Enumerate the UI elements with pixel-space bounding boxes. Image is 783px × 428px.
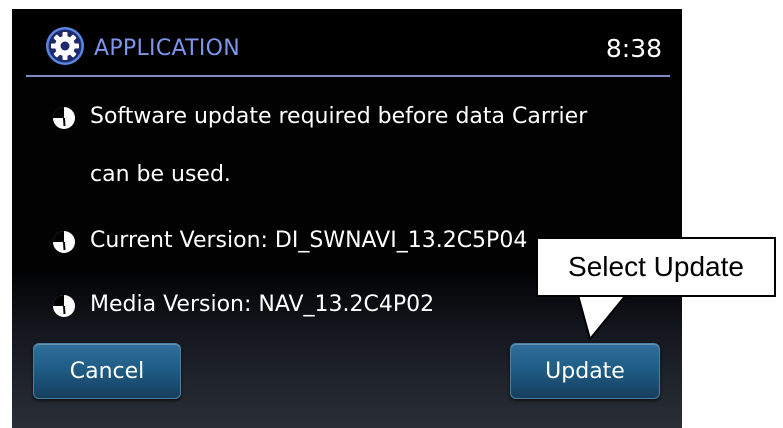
current-version-text: Current Version: DI_SWNAVI_13.2C5P04 [90, 228, 528, 253]
callout-pointer [578, 294, 628, 340]
message-line-1: Software update required before data Car… [12, 97, 682, 137]
clock-bullet-icon [53, 295, 75, 317]
clock-bullet-icon [53, 231, 75, 253]
message-text: Software update required before data Car… [90, 104, 588, 129]
nav-screen: APPLICATION 8:38 Software update require… [12, 9, 682, 428]
header-bar: APPLICATION 8:38 [12, 9, 682, 75]
clock-bullet-icon [53, 107, 75, 129]
update-button[interactable]: Update [510, 343, 660, 399]
app-title: APPLICATION [94, 36, 241, 61]
cancel-button[interactable]: Cancel [33, 343, 181, 399]
header-divider [26, 75, 670, 77]
clock: 8:38 [605, 34, 662, 63]
message-line-2: can be used. [12, 155, 682, 195]
gear-icon [46, 27, 84, 65]
message-text: can be used. [90, 162, 231, 187]
callout-select-update: Select Update [536, 237, 776, 297]
media-version-text: Media Version: NAV_13.2C4P02 [90, 292, 435, 317]
